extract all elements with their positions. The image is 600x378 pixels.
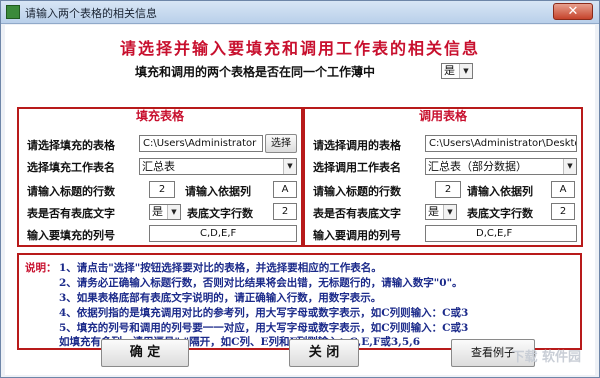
- fill-has-footer-select[interactable]: 是 ▼: [149, 204, 181, 220]
- dialog-window: 请输入两个表格的相关信息 ✕ 请选择并输入要填充和调用工作表的相关信息 填充和调…: [0, 0, 600, 378]
- fill-sheet-select[interactable]: 汇总表 ▼: [139, 158, 297, 175]
- fill-panel: 填充表格 请选择填充的表格 C:\Users\Administrator 选择 …: [17, 107, 303, 247]
- fill-footer-rows-label: 表底文字行数: [187, 207, 253, 220]
- instructions-box: 说明： 1、请点击"选择"按钮选择要对比的表格，并选择要相应的工作表名。 2、请…: [17, 253, 582, 350]
- call-panel-title: 调用表格: [418, 109, 467, 123]
- fill-basis-col-label: 请输入依据列: [185, 185, 251, 198]
- instruction-line: 1、请点击"选择"按钮选择要对比的表格，并选择要相应的工作表名。: [59, 262, 382, 274]
- call-has-footer-select[interactable]: 是 ▼: [425, 204, 457, 220]
- ok-button[interactable]: 确 定: [101, 339, 189, 367]
- instruction-line: 5、填充的列号和调用的列号要一一对应，用大写字母或数字表示，如C列则输入：C或3: [59, 322, 469, 334]
- fill-basis-col-field[interactable]: A: [273, 181, 297, 198]
- fill-columns-label: 输入要填充的列号: [27, 229, 115, 242]
- fill-sheet-label: 选择填充工作表名: [27, 161, 115, 174]
- fill-footer-rows-field[interactable]: 2: [273, 203, 297, 220]
- same-workbook-label: 填充和调用的两个表格是否在同一个工作薄中: [135, 65, 376, 79]
- instruction-line: 2、请务必正确输入标题行数，否则对比结果将会出错，无标题行的，请输入数字"0"。: [59, 277, 463, 289]
- chevron-down-icon: ▼: [167, 205, 180, 219]
- call-header-rows-field[interactable]: 2: [435, 181, 461, 198]
- watermark: 下载 软件园: [511, 350, 581, 365]
- call-basis-col-field[interactable]: A: [551, 181, 575, 198]
- same-workbook-select[interactable]: 是 ▼: [441, 63, 473, 79]
- fill-header-rows-label: 请输入标题的行数: [27, 185, 115, 198]
- call-columns-field[interactable]: D,C,E,F: [425, 225, 577, 242]
- fill-table-label: 请选择填充的表格: [27, 139, 115, 152]
- call-table-path-field[interactable]: C:\Users\Administrator\Deskto: [425, 135, 577, 152]
- same-workbook-value: 是: [444, 64, 455, 77]
- window-title: 请输入两个表格的相关信息: [25, 7, 157, 20]
- call-sheet-value: 汇总表（部分数据）: [428, 160, 527, 173]
- call-has-footer-label: 表是否有表底文字: [313, 207, 401, 220]
- fill-table-path-field[interactable]: C:\Users\Administrator: [139, 135, 263, 152]
- instructions-label: 说明：: [25, 262, 57, 274]
- call-sheet-label: 选择调用工作表名: [313, 161, 401, 174]
- call-columns-label: 输入要调用的列号: [313, 229, 401, 242]
- fill-has-footer-label: 表是否有表底文字: [27, 207, 115, 220]
- close-window-button[interactable]: ✕: [553, 3, 593, 20]
- chevron-down-icon: ▼: [443, 205, 456, 219]
- call-has-footer-value: 是: [428, 205, 439, 218]
- call-footer-rows-field[interactable]: 2: [551, 203, 575, 220]
- fill-sheet-value: 汇总表: [142, 160, 175, 173]
- call-sheet-select[interactable]: 汇总表（部分数据） ▼: [425, 158, 577, 175]
- call-table-label: 请选择调用的表格: [313, 139, 401, 152]
- call-basis-col-label: 请输入依据列: [467, 185, 533, 198]
- chevron-down-icon: ▼: [563, 159, 576, 174]
- fill-has-footer-value: 是: [152, 205, 163, 218]
- instruction-line: 4、依据列指的是填充调用对比的参考列，用大写字母或数字表示，如C列则输入：C或3: [59, 307, 469, 319]
- title-bar: 请输入两个表格的相关信息 ✕: [1, 1, 599, 24]
- call-header-rows-label: 请输入标题的行数: [313, 185, 401, 198]
- instruction-line: 3、如果表格底部有表底文字说明的，请正确输入行数，用数字表示。: [59, 292, 382, 304]
- fill-columns-field[interactable]: C,D,E,F: [149, 225, 297, 242]
- chevron-down-icon: ▼: [283, 159, 296, 174]
- chevron-down-icon: ▼: [459, 64, 472, 78]
- app-icon: [6, 5, 20, 19]
- fill-browse-button[interactable]: 选择: [265, 134, 297, 153]
- fill-panel-title: 填充表格: [135, 109, 184, 123]
- call-panel: 调用表格 请选择调用的表格 C:\Users\Administrator\Des…: [303, 107, 583, 247]
- dialog-body: 请选择并输入要填充和调用工作表的相关信息 填充和调用的两个表格是否在同一个工作薄…: [5, 25, 595, 375]
- fill-header-rows-field[interactable]: 2: [149, 181, 175, 198]
- close-button[interactable]: 关 闭: [289, 339, 359, 367]
- page-title: 请选择并输入要填充和调用工作表的相关信息: [119, 39, 480, 58]
- call-footer-rows-label: 表底文字行数: [467, 207, 533, 220]
